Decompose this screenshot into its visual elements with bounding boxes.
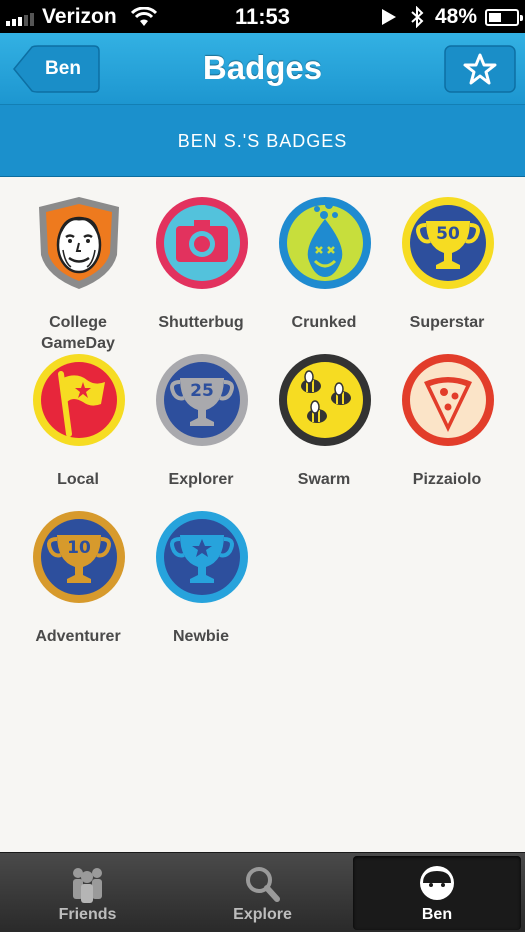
badge-label: Local — [57, 471, 99, 488]
search-icon — [246, 867, 280, 902]
avatar-icon — [420, 866, 454, 900]
tab-explore[interactable]: Explore — [175, 853, 350, 932]
bluetooth-icon — [411, 6, 424, 28]
badge-label: Explorer — [168, 471, 234, 488]
trophy-star-icon — [156, 511, 248, 603]
tab-label: Friends — [58, 906, 117, 923]
star-icon — [444, 45, 516, 93]
section-title: BEN S.'S BADGES — [177, 131, 348, 151]
nav-bar: Ben Badges — [0, 33, 525, 105]
svg-text:25: 25 — [190, 381, 214, 401]
tab-bar: Friends Explore Ben — [0, 852, 525, 932]
bees-icon — [279, 354, 371, 446]
college-gameday-icon — [39, 197, 119, 289]
badge-label: Superstar — [409, 314, 485, 331]
badge-label: Pizzaiolo — [412, 471, 482, 488]
crunked-icon — [279, 197, 371, 289]
badge-grid: College GameDay Shutterbug Crunked 50 Su… — [0, 177, 525, 852]
trophy-10-icon: 10 — [33, 511, 125, 603]
svg-text:50: 50 — [436, 224, 460, 244]
tab-friends[interactable]: Friends — [0, 853, 175, 932]
flag-icon — [33, 354, 125, 446]
pizza-icon — [402, 354, 494, 446]
badge-label: Adventurer — [35, 628, 121, 645]
trophy-25-icon: 25 — [156, 354, 248, 446]
tab-label: Explore — [233, 906, 292, 923]
trophy-50-icon: 50 — [402, 197, 494, 289]
badge-label: Shutterbug — [158, 314, 244, 331]
tab-label: Ben — [421, 906, 453, 923]
svg-text:10: 10 — [67, 538, 91, 558]
tab-ben[interactable]: Ben — [353, 856, 521, 930]
battery-percent: 48% — [434, 5, 477, 28]
badge-label: Crunked — [291, 314, 357, 331]
status-bar: Verizon 11:53 48% — [0, 0, 525, 33]
badge-label: Newbie — [172, 628, 229, 645]
badge-label: College GameDay — [41, 314, 115, 352]
camera-icon — [156, 197, 248, 289]
friends-icon — [73, 868, 102, 903]
section-header: BEN S.'S BADGES — [0, 105, 525, 177]
star-button[interactable] — [444, 45, 516, 93]
battery-icon — [485, 8, 523, 26]
play-icon — [381, 9, 396, 25]
badge-label: Swarm — [297, 471, 351, 488]
